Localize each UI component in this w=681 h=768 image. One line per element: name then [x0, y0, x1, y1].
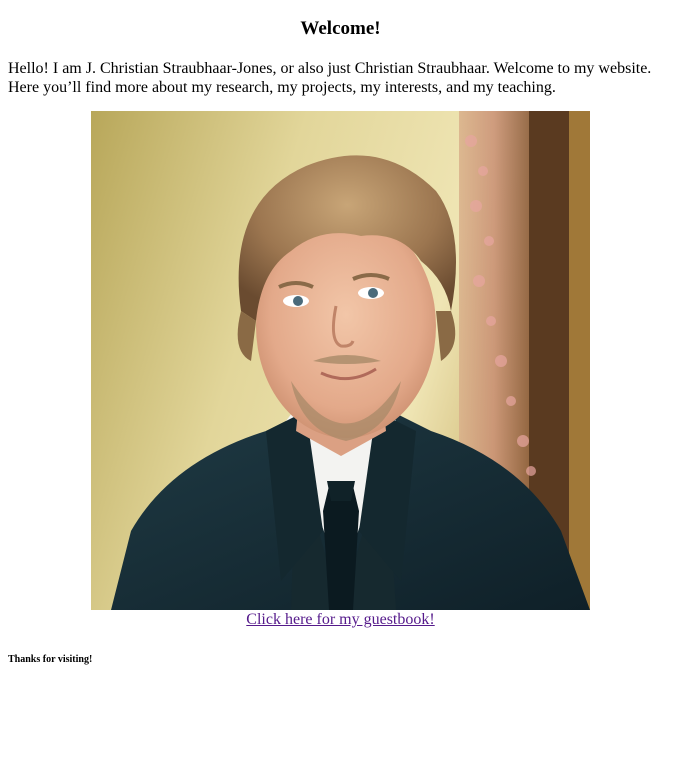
page: Welcome! Hello! I am J. Christian Straub… [0, 0, 681, 768]
page-title: Welcome! [300, 18, 381, 39]
intro-paragraph: Hello! I am J. Christian Straubhaar-Jone… [8, 59, 673, 97]
guestbook-link-row: Click here for my guestbook! [0, 610, 681, 629]
footer-thanks: Thanks for visiting! [8, 654, 93, 665]
intro-line-2: Here you’ll find more about my research,… [8, 79, 556, 96]
portrait-photo [91, 111, 590, 610]
guestbook-link[interactable]: Click here for my guestbook! [246, 611, 434, 628]
intro-line-1: Hello! I am J. Christian Straubhaar-Jone… [8, 60, 652, 77]
